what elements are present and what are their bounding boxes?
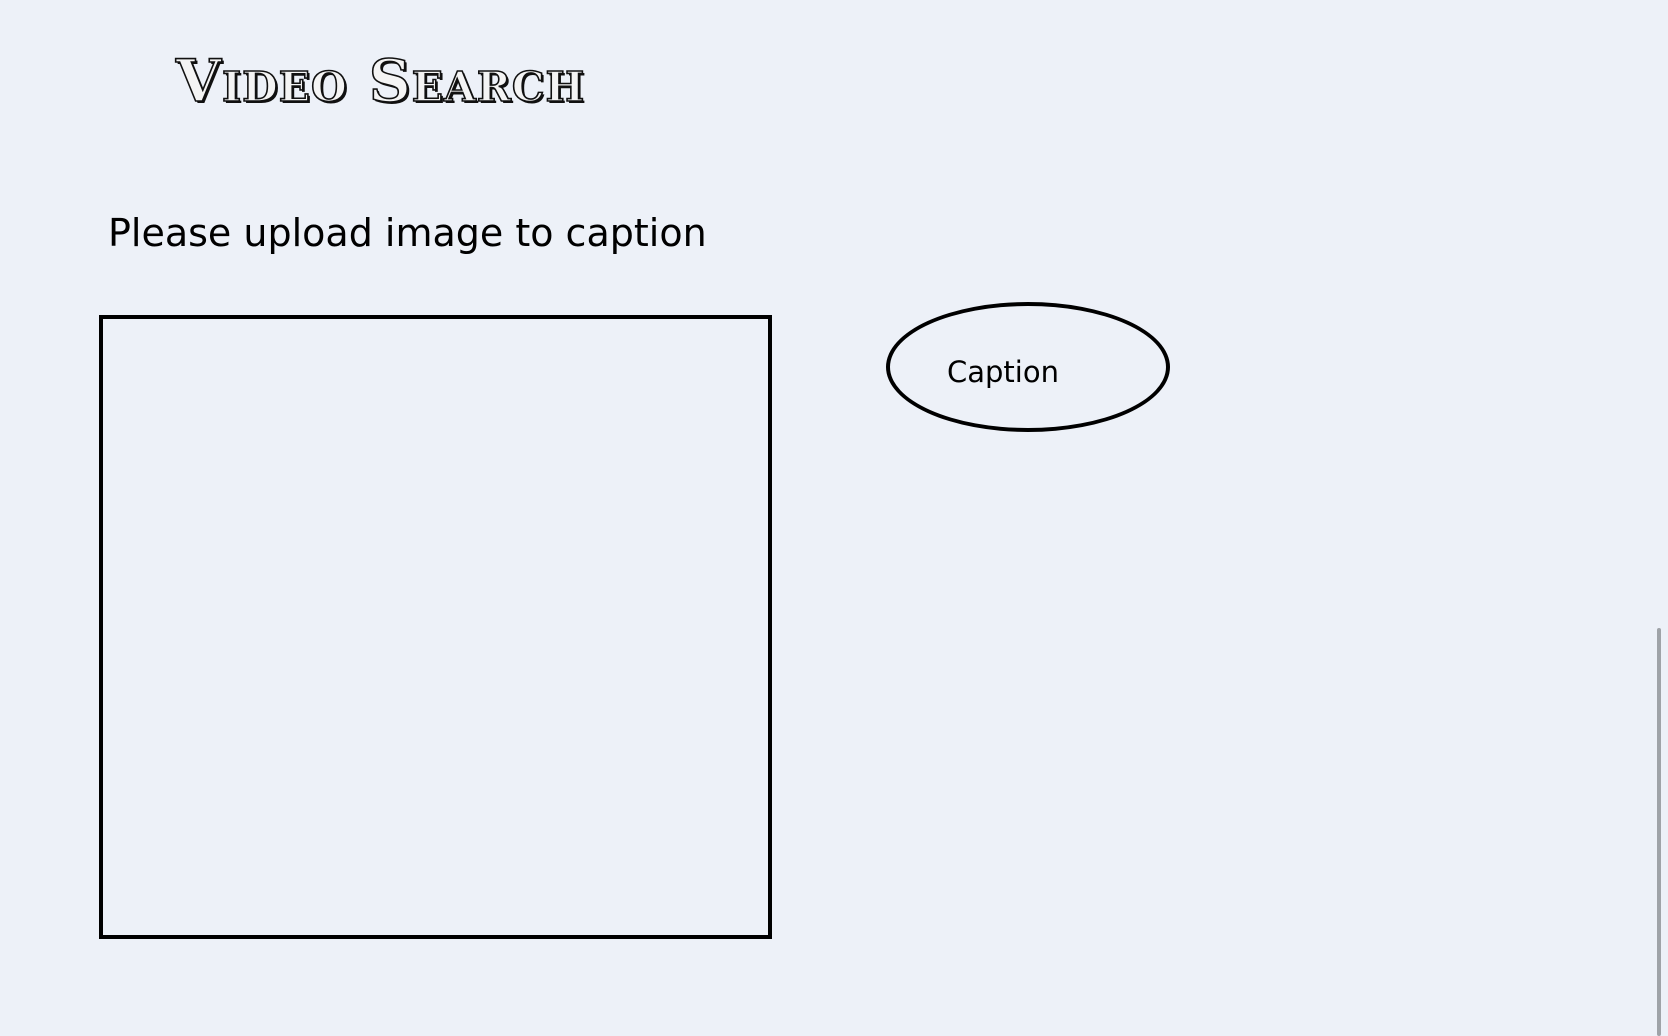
page: Video Search Please upload image to capt… <box>0 0 1668 1036</box>
caption-button-label: Caption <box>947 355 1059 389</box>
page-title: Video Search <box>175 47 586 115</box>
upload-prompt: Please upload image to caption <box>108 211 707 255</box>
caption-button[interactable]: Caption <box>886 302 1170 432</box>
scrollbar-thumb[interactable] <box>1657 628 1661 1036</box>
image-upload-area[interactable] <box>99 315 772 939</box>
vertical-scrollbar[interactable] <box>1652 0 1668 1036</box>
